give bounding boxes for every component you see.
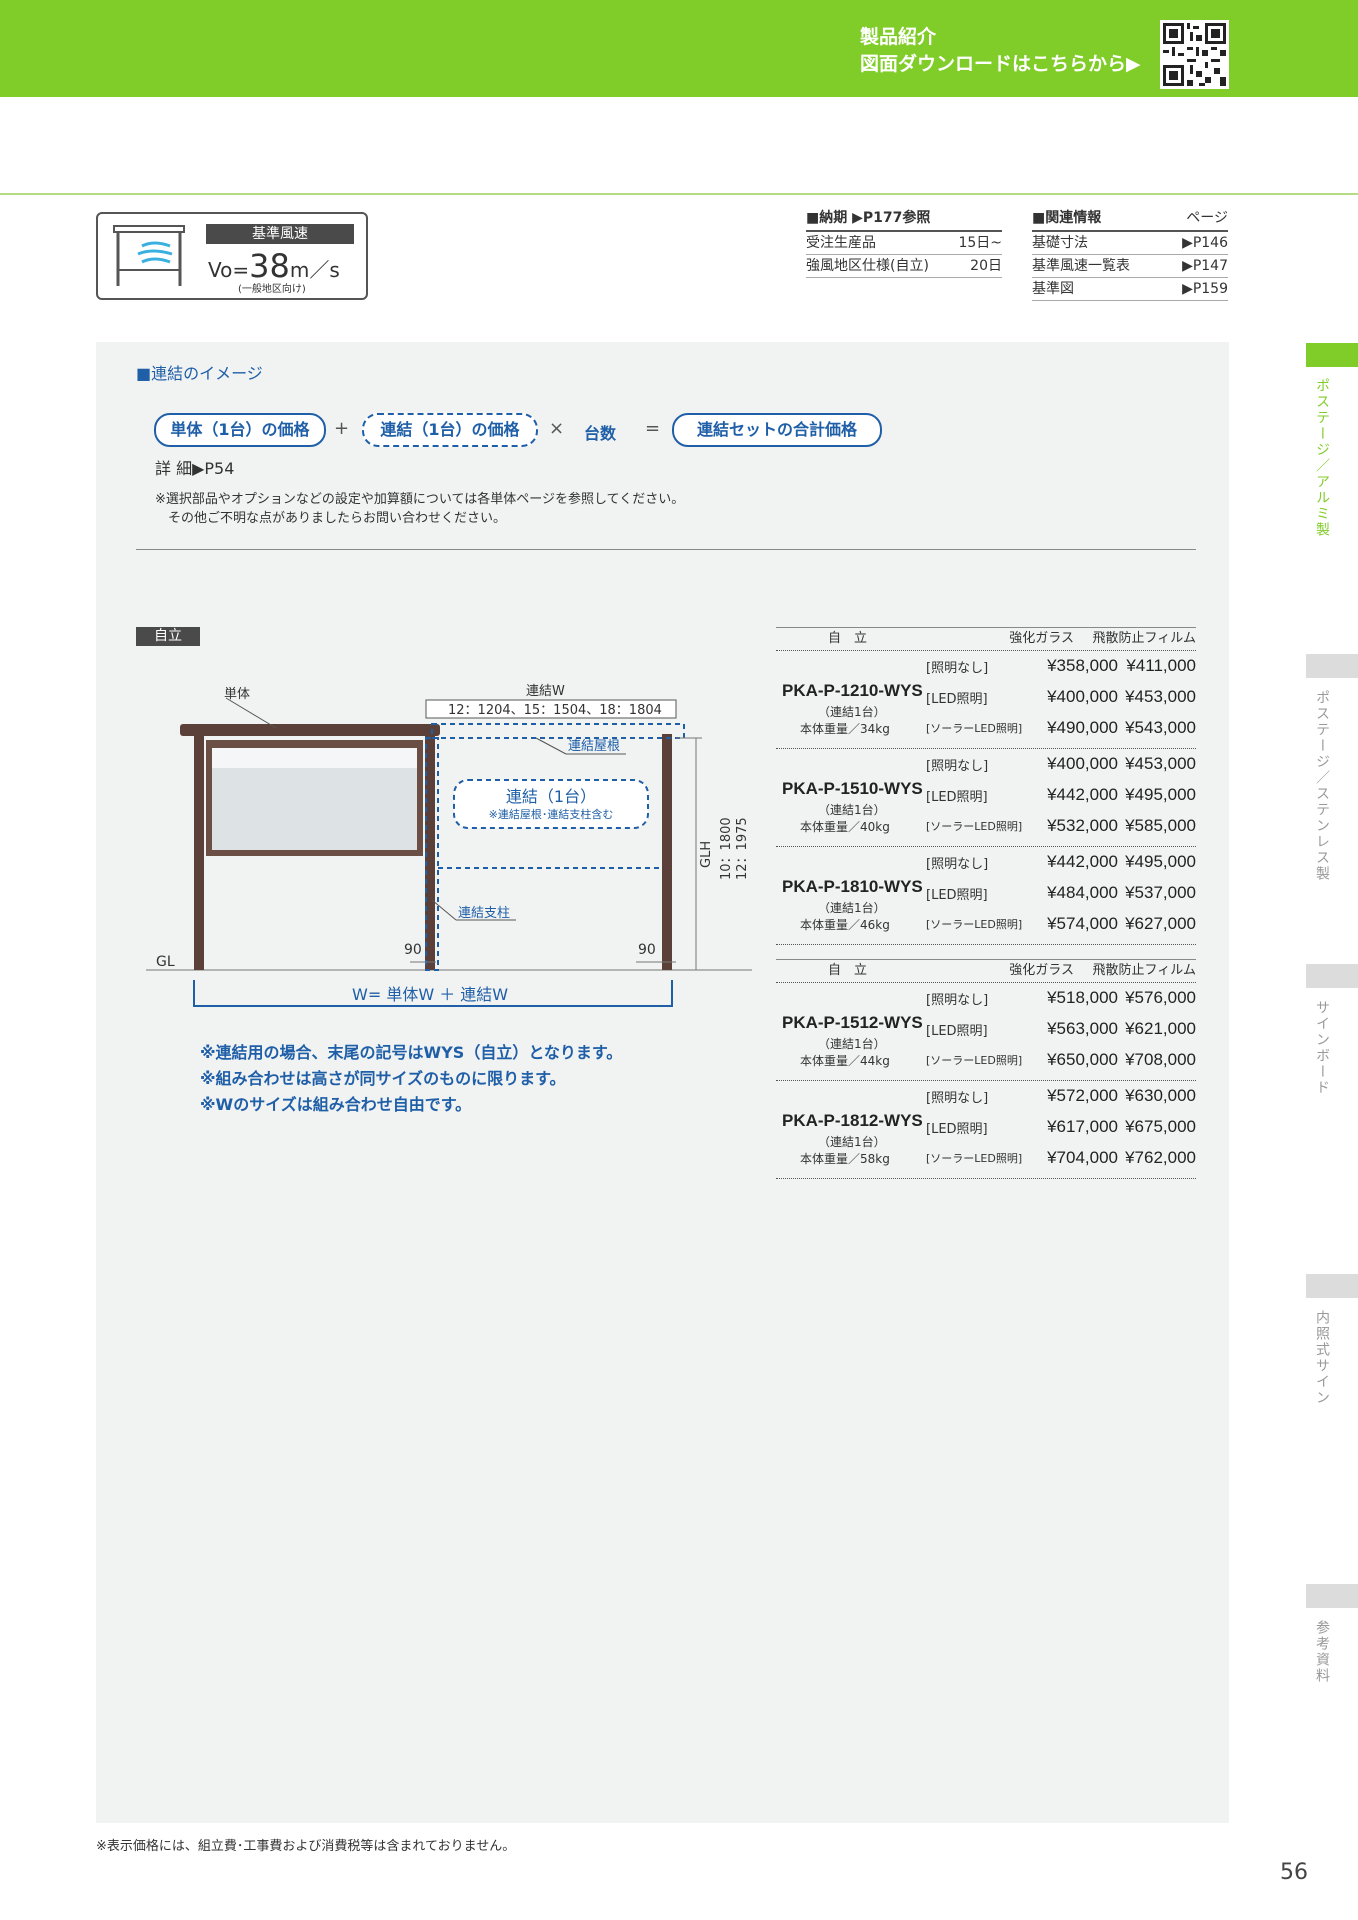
price-row: [照明なし] ¥572,000 ¥630,000 <box>926 1086 1196 1106</box>
price-table-header: 自 立 強化ガラス 飛散防止フィルム <box>776 627 1196 651</box>
delivery-table: ■納期 ▶P177参照 受注生産品 15日~ 強風地区仕様(自立) 20日 <box>806 207 1002 278</box>
price-row: [照明なし] ¥442,000 ¥495,000 <box>926 852 1196 872</box>
bottom-note: ※組み合わせは高さが同サイズのものに限ります。 <box>200 1069 566 1088</box>
header-divider <box>0 193 1358 195</box>
label-link-w: 連結W <box>526 684 565 699</box>
label-w-formula: W= 単体W ＋ 連結W <box>352 985 508 1004</box>
related-header: ■関連情報 ページ <box>1032 207 1228 232</box>
related-row[interactable]: 基礎寸法 ▶P146 <box>1032 232 1228 255</box>
price-table: 自 立 強化ガラス 飛散防止フィルム PKA-P-1512-WYS （連結1台）… <box>776 959 1196 1179</box>
header-line1: 製品紹介 <box>860 26 937 48</box>
note-line: その他ご不明な点がありましたらお問い合わせください。 <box>168 511 507 526</box>
price-row: [ソーラーLED照明] ¥704,000 ¥762,000 <box>926 1148 1196 1167</box>
formula-single-price: 単体（1台）の価格 <box>154 413 326 447</box>
label-gl: GL <box>156 954 175 970</box>
related-table: ■関連情報 ページ 基礎寸法 ▶P146 基準風速一覧表 ▶P147 基準図 ▶P159 <box>1032 207 1228 301</box>
roof <box>180 724 440 736</box>
formula-equals: = <box>645 418 661 439</box>
wind-title: 基準風速 <box>206 224 354 244</box>
delivery-title: ■納期 ▶P177参照 <box>806 207 1002 232</box>
model-name: PKA-P-1512-WYS <box>782 1013 923 1032</box>
link-diagram: 単体 連結W 12：1204、15：1504、18：1804 連結屋根 連結（1… <box>146 684 752 1007</box>
header-line2: 図面ダウンロードはこちらから▶ <box>860 53 1141 75</box>
formula-link-price: 連結（1台）の価格 <box>362 413 538 447</box>
price-row: [LED照明] ¥400,000 ¥453,000 <box>926 687 1196 707</box>
side-tab-marker[interactable] <box>1306 964 1358 988</box>
side-tab-illuminated[interactable]: 内照式サイン <box>1312 1310 1332 1406</box>
formula-count: 台数 <box>584 424 617 443</box>
price-row: [照明なし] ¥358,000 ¥411,000 <box>926 656 1196 676</box>
signboard-wind-icon <box>113 225 185 286</box>
label-single: 単体 <box>224 686 250 702</box>
label-glh: GLH <box>699 841 714 868</box>
side-tab-stainless[interactable]: ポステージ／ステンレス製 <box>1312 690 1332 882</box>
formula-total: 連結セットの合計価格 <box>672 413 882 447</box>
detail-link[interactable]: 詳 細▶P54 <box>155 455 234 479</box>
price-group: PKA-P-1510-WYS （連結1台） 本体重量／40kg [照明なし] ¥4… <box>776 749 1196 847</box>
price-row: [ソーラーLED照明] ¥490,000 ¥543,000 <box>926 718 1196 737</box>
side-tab-signboard[interactable]: サインボード <box>1312 1000 1332 1096</box>
price-group: PKA-P-1810-WYS （連結1台） 本体重量／46kg [照明なし] ¥4… <box>776 847 1196 945</box>
price-row: [照明なし] ¥400,000 ¥453,000 <box>926 754 1196 774</box>
formula-times: × <box>549 418 565 439</box>
price-row: [LED照明] ¥617,000 ¥675,000 <box>926 1117 1196 1137</box>
section-divider <box>136 549 1196 550</box>
note-line: ※選択部品やオプションなどの設定や加算額については各単体ページを参照してください… <box>155 492 685 507</box>
price-row: [LED照明] ¥442,000 ¥495,000 <box>926 785 1196 805</box>
link-roof-outline <box>431 723 685 739</box>
side-tab-marker[interactable] <box>1306 1274 1358 1298</box>
qr-code-icon[interactable] <box>1160 20 1229 89</box>
related-row[interactable]: 基準風速一覧表 ▶P147 <box>1032 255 1228 278</box>
label-link-post: 連結支柱 <box>458 906 510 921</box>
wind-speed-box: 基準風速 Vo=38m／s (一般地区向け) <box>96 212 368 300</box>
header-bar <box>0 0 1358 97</box>
price-row: [照明なし] ¥518,000 ¥576,000 <box>926 988 1196 1008</box>
side-tab-marker[interactable] <box>1306 1584 1358 1608</box>
label-h2: 12：1975 <box>735 817 750 880</box>
label-link-roof: 連結屋根 <box>568 739 620 754</box>
label-link-unit-sub: ※連結屋根･連結支柱含む <box>489 807 614 821</box>
price-row: [ソーラーLED照明] ¥574,000 ¥627,000 <box>926 914 1196 933</box>
label-dim-90a: 90 <box>404 942 422 958</box>
price-group: PKA-P-1512-WYS （連結1台） 本体重量／44kg [照明なし] ¥5… <box>776 983 1196 1081</box>
freestanding-tag: 自立 <box>136 627 200 646</box>
price-group: PKA-P-1812-WYS （連結1台） 本体重量／58kg [照明なし] ¥5… <box>776 1081 1196 1179</box>
side-tab-marker[interactable] <box>1306 654 1358 678</box>
side-tab-reference[interactable]: 参考資料 <box>1312 1620 1332 1684</box>
wind-sub: (一般地区向け) <box>238 284 306 295</box>
price-row: [LED照明] ¥484,000 ¥537,000 <box>926 883 1196 903</box>
bottom-note: ※Wのサイズは組み合わせ自由です。 <box>200 1095 472 1114</box>
page-number: 56 <box>1280 1860 1308 1885</box>
price-group: PKA-P-1210-WYS （連結1台） 本体重量／34kg [照明なし] ¥3… <box>776 651 1196 749</box>
delivery-row: 強風地区仕様(自立) 20日 <box>806 255 1002 278</box>
bottom-note: ※連結用の場合、末尾の記号はWYS（自立）となります。 <box>200 1043 623 1062</box>
price-row: [ソーラーLED照明] ¥532,000 ¥585,000 <box>926 816 1196 835</box>
model-name: PKA-P-1210-WYS <box>782 681 923 700</box>
formula-plus: + <box>334 418 350 439</box>
delivery-row: 受注生産品 15日~ <box>806 232 1002 255</box>
price-table: 自 立 強化ガラス 飛散防止フィルム PKA-P-1210-WYS （連結1台）… <box>776 627 1196 945</box>
sign-glare <box>212 748 417 768</box>
model-name: PKA-P-1812-WYS <box>782 1111 923 1130</box>
price-row: [ソーラーLED照明] ¥650,000 ¥708,000 <box>926 1050 1196 1069</box>
related-row[interactable]: 基準図 ▶P159 <box>1032 278 1228 301</box>
model-name: PKA-P-1510-WYS <box>782 779 923 798</box>
label-h1: 10：1800 <box>719 817 734 880</box>
model-name: PKA-P-1810-WYS <box>782 877 923 896</box>
side-tab-marker-active[interactable] <box>1306 343 1358 367</box>
side-tab-aluminum[interactable]: ポステージ／アルミ製 <box>1312 378 1332 538</box>
label-link-unit: 連結（1台） <box>506 787 596 806</box>
label-dim-90b: 90 <box>638 942 656 958</box>
footnote: ※表示価格には、組立費･工事費および消費税等は含まれておりません。 <box>96 1839 516 1854</box>
price-row: [LED照明] ¥563,000 ¥621,000 <box>926 1019 1196 1039</box>
left-post <box>194 734 204 970</box>
bottom-notes: ※連結用の場合、末尾の記号はWYS（自立）となります。 ※組み合わせは高さが同サ… <box>200 1040 622 1118</box>
price-table-header: 自 立 強化ガラス 飛散防止フィルム <box>776 959 1196 983</box>
notes: ※選択部品やオプションなどの設定や加算額については各単体ページを参照してください… <box>155 490 684 528</box>
download-link[interactable]: 製品紹介 図面ダウンロードはこちらから▶ <box>860 24 1141 78</box>
right-post <box>662 734 672 970</box>
section-title: ■連結のイメージ <box>136 364 263 383</box>
label-link-w-values: 12：1204、15：1504、18：1804 <box>448 703 662 718</box>
